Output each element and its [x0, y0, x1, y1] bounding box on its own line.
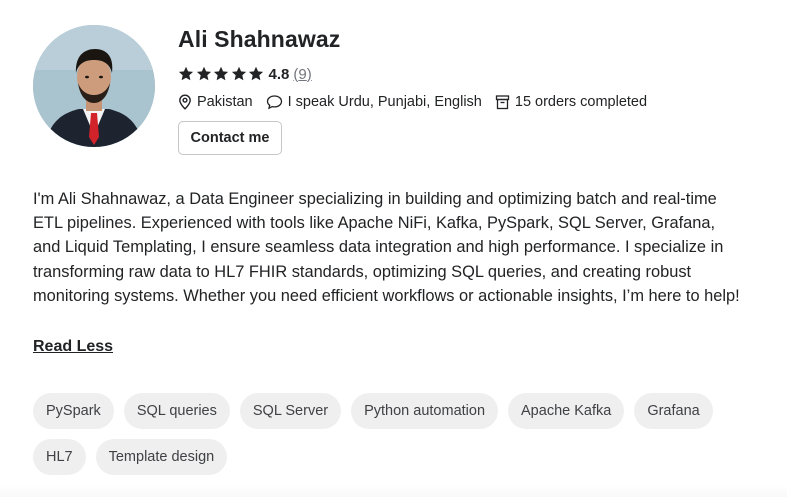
skill-tag[interactable]: SQL queries — [123, 393, 230, 429]
seller-meta: Pakistan I speak Urdu, Punjabi, English … — [178, 92, 660, 112]
orders-text: 15 orders completed — [514, 94, 648, 110]
rating-count[interactable]: 9 — [298, 66, 306, 83]
rating-value: 4.8 — [268, 65, 290, 83]
skill-tag[interactable]: SQL Server — [239, 393, 342, 429]
skills-list: PySpark SQL queries SQL Server Python autom… — [33, 393, 753, 475]
languages-text: I speak Urdu, Punjabi, English — [287, 94, 482, 110]
read-less-link[interactable]: Read Less — [33, 338, 113, 356]
star-icon — [178, 66, 194, 81]
languages-item: I speak Urdu, Punjabi, English — [266, 94, 482, 110]
contact-me-button[interactable]: Contact me — [178, 121, 282, 155]
skill-tag[interactable]: Grafana — [634, 393, 713, 429]
skill-tag[interactable]: PySpark — [33, 393, 114, 429]
skill-tag[interactable]: Python automation — [351, 393, 499, 429]
orders-item: 15 orders completed — [495, 94, 647, 110]
location-item: Pakistan — [178, 94, 253, 110]
seller-bio: I'm Ali Shahnawaz, a Data Engineer speci… — [33, 190, 740, 305]
location-pin-icon — [179, 94, 191, 110]
seller-name: Ali Shahnawaz — [178, 26, 341, 52]
speech-bubble-icon — [266, 95, 282, 110]
star-icon — [213, 66, 229, 81]
location-text: Pakistan — [197, 94, 253, 110]
skill-tag[interactable]: Template design — [95, 439, 228, 475]
rating-row: 4.8 (9) — [178, 63, 312, 85]
star-icon — [248, 66, 264, 81]
skill-tag[interactable]: HL7 — [33, 439, 86, 475]
rating-stars — [178, 66, 266, 82]
seller-avatar — [33, 25, 155, 147]
star-icon — [231, 66, 246, 81]
star-icon — [196, 66, 211, 81]
skill-tag[interactable]: Apache Kafka — [508, 393, 625, 429]
bottom-fade — [0, 485, 787, 497]
orders-box-icon — [495, 95, 510, 110]
rating-count-link[interactable]: (9) — [293, 66, 311, 83]
